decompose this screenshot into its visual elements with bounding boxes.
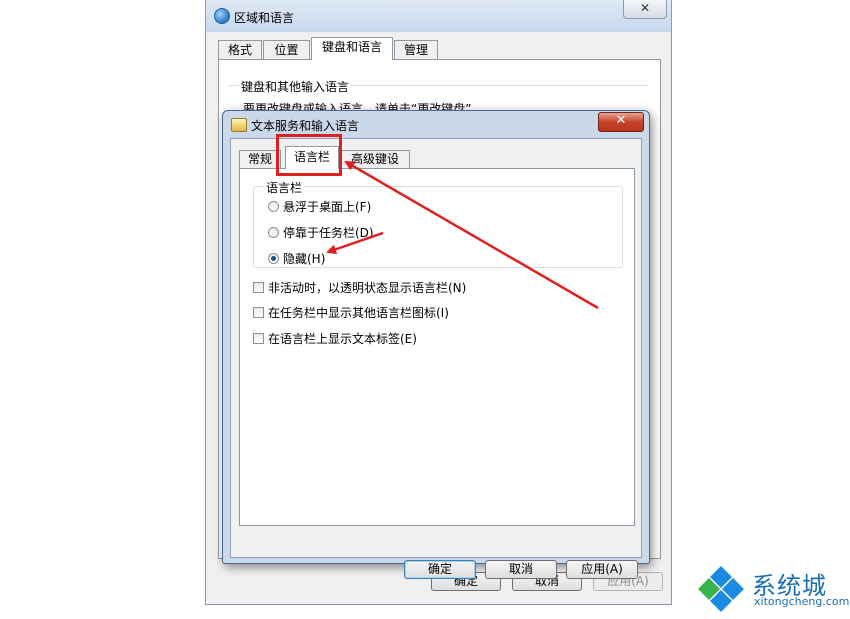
checkbox-label: 非活动时，以透明状态显示语言栏(N): [268, 281, 467, 295]
tab-advanced-key-settings[interactable]: 高级键设置: [340, 150, 410, 183]
cancel-button[interactable]: 取消: [485, 560, 557, 579]
radio-dock-in-taskbar[interactable]: 停靠于任务栏(D): [268, 225, 374, 241]
tab-location[interactable]: 位置: [263, 40, 310, 59]
back-window-titlebar: 区域和语言 ✕: [206, 0, 671, 32]
back-window-title: 区域和语言: [234, 11, 295, 25]
dialog-title: 文本服务和输入语言: [251, 119, 360, 133]
back-window-close-button[interactable]: ✕: [623, 0, 667, 19]
radio-icon[interactable]: [268, 201, 279, 212]
diamond-logo-icon: [698, 566, 744, 612]
checkbox-icon[interactable]: [253, 307, 264, 318]
language-bar-group-label: 语言栏: [264, 179, 305, 196]
checkbox-additional-icons-in-taskbar[interactable]: 在任务栏中显示其他语言栏图标(I): [253, 305, 449, 321]
checkbox-label: 在任务栏中显示其他语言栏图标(I): [268, 306, 449, 320]
radio-checked-icon[interactable]: [268, 253, 279, 264]
keyboards-group-label: 键盘和其他输入语言: [239, 78, 352, 95]
checkbox-icon[interactable]: [253, 333, 264, 344]
language-bar-tab-highlight: [276, 134, 342, 176]
checkbox-show-text-labels[interactable]: 在语言栏上显示文本标签(E): [253, 331, 417, 347]
apply-button[interactable]: 应用(A): [566, 560, 638, 579]
text-services-dialog: 文本服务和输入语言 ✕ 常规 语言栏 高级键设置 语言栏 悬浮于桌面上(F) 停…: [222, 110, 650, 579]
globe-icon: [214, 8, 230, 24]
radio-hidden[interactable]: 隐藏(H): [268, 251, 325, 267]
radio-icon[interactable]: [268, 227, 279, 238]
radio-label: 隐藏(H): [283, 252, 326, 266]
tab-keyboards-languages[interactable]: 键盘和语言: [311, 37, 393, 60]
checkbox-transparent-when-inactive[interactable]: 非活动时，以透明状态显示语言栏(N): [253, 280, 466, 296]
ok-button[interactable]: 确定: [404, 560, 476, 579]
dialog-close-button[interactable]: ✕: [598, 112, 644, 132]
checkbox-icon[interactable]: [253, 282, 264, 293]
tab-administrative[interactable]: 管理: [394, 40, 438, 59]
dialog-body: 常规 语言栏 高级键设置 语言栏 悬浮于桌面上(F) 停靠于任务栏(D) 隐藏(…: [230, 138, 642, 579]
radio-float-on-desktop[interactable]: 悬浮于桌面上(F): [268, 199, 371, 215]
tab-general[interactable]: 常规: [239, 150, 281, 168]
logo-url: xitongcheng.com: [754, 595, 850, 608]
checkbox-label: 在语言栏上显示文本标签(E): [268, 332, 417, 346]
radio-label: 停靠于任务栏(D): [283, 226, 374, 240]
xitongcheng-logo: 系统城 xitongcheng.com: [696, 562, 850, 616]
radio-label: 悬浮于桌面上(F): [283, 200, 372, 214]
language-bar-group: 语言栏 悬浮于桌面上(F) 停靠于任务栏(D) 隐藏(H): [253, 179, 623, 268]
tab-formats[interactable]: 格式: [218, 40, 262, 59]
keyboard-icon: [231, 118, 247, 132]
language-bar-panel: 语言栏 悬浮于桌面上(F) 停靠于任务栏(D) 隐藏(H) 非活动时，以透明状态…: [239, 168, 635, 526]
